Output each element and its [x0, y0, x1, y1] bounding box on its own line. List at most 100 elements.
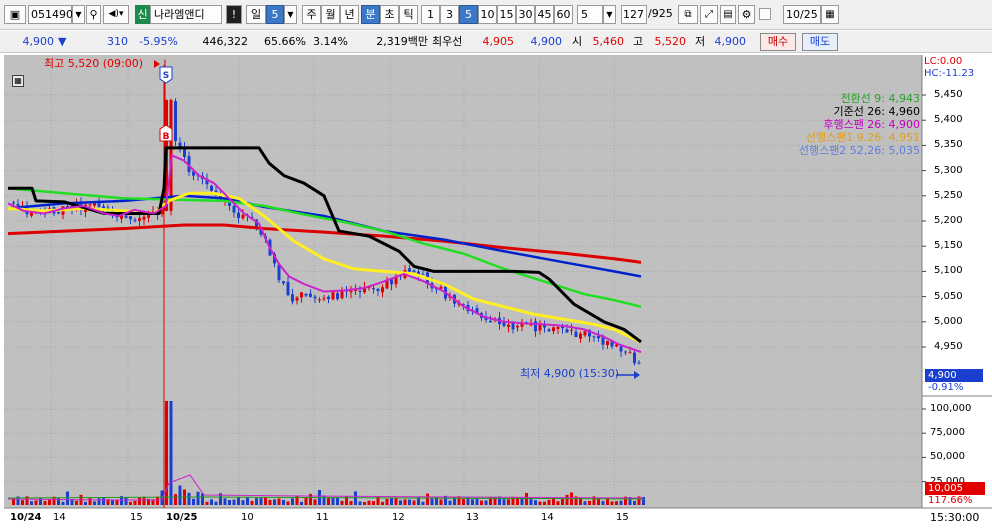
- time-tick-label: 12: [392, 512, 405, 523]
- candle-body: [138, 218, 141, 221]
- volume-bar: [363, 501, 366, 505]
- candle-body: [615, 344, 618, 347]
- stock-name-field[interactable]: 나라엠앤디: [150, 5, 222, 24]
- price-tick-label: 4,950: [934, 341, 963, 352]
- candle-body: [592, 336, 596, 338]
- date-checkbox[interactable]: [759, 8, 771, 20]
- time-readout: 15:30:00: [930, 511, 980, 524]
- interval-10-button[interactable]: 10: [478, 5, 497, 24]
- date-field[interactable]: 10/25: [783, 5, 821, 24]
- volume-bar: [322, 495, 326, 505]
- volume-bar: [286, 501, 290, 505]
- second-button[interactable]: 초: [380, 5, 399, 24]
- volume-bar: [93, 501, 96, 505]
- volume-bar: [502, 499, 506, 505]
- volume-bar: [484, 500, 488, 505]
- volume-bar: [534, 500, 537, 505]
- position-field[interactable]: 127: [621, 5, 647, 24]
- candle-body: [574, 331, 578, 337]
- period-day-button[interactable]: 일: [246, 5, 266, 24]
- volume-bar: [75, 500, 78, 505]
- interval-3-button[interactable]: 3: [440, 5, 459, 24]
- crosshair-icon[interactable]: ⤢: [700, 5, 718, 24]
- save-icon[interactable]: ▤: [720, 5, 736, 24]
- volume-bar: [583, 501, 587, 505]
- alert-button[interactable]: !: [226, 5, 242, 24]
- week-button[interactable]: 주: [302, 5, 321, 24]
- period-value-field[interactable]: 5: [266, 5, 284, 24]
- legend-leading-span-2: 선행스팬2 52,26: 5,035: [798, 144, 920, 157]
- quote-bar: 4,900 ▼ 310 -5.95% 446,322 65.66% 3.14% …: [0, 31, 992, 53]
- interval-15-button[interactable]: 15: [497, 5, 516, 24]
- time-tick-label: 10/25: [166, 512, 198, 523]
- count-field[interactable]: 5: [577, 5, 603, 24]
- minute-button[interactable]: 분: [361, 5, 380, 24]
- panel-toggle-icon[interactable]: ▦: [12, 75, 24, 87]
- volume-bar: [174, 494, 177, 505]
- volume-bar: [12, 499, 15, 505]
- sell-marker-label: S: [163, 71, 169, 81]
- chart-panel[interactable]: S B ▦ 최고 5,520 (09:00) 최저 4,900 (15:30) L…: [4, 55, 992, 530]
- interval-60-button[interactable]: 60: [554, 5, 573, 24]
- speaker-icon[interactable]: ◀)▾: [103, 5, 129, 24]
- legend-base-line: 기준선 26: 4,960: [833, 105, 920, 118]
- volume-bar: [255, 498, 258, 505]
- period-dropdown-icon[interactable]: ▼: [284, 5, 297, 24]
- volume-bar: [246, 497, 249, 505]
- candle-settings-icon[interactable]: ⧉: [678, 5, 698, 24]
- sell-button[interactable]: 매도: [802, 33, 838, 51]
- best-quote-label: 최우선: [432, 35, 463, 48]
- buy-button[interactable]: 매수: [760, 33, 796, 51]
- tick-button[interactable]: 틱: [399, 5, 418, 24]
- volume-bar: [241, 500, 245, 505]
- candle-body: [322, 298, 326, 300]
- volume-bar: [196, 491, 200, 505]
- candle-body: [93, 203, 96, 206]
- volume-bar: [543, 501, 546, 505]
- hc-readout: HC:-11.23: [924, 68, 975, 79]
- volume-bar: [507, 499, 510, 505]
- calendar-icon[interactable]: ▦: [821, 5, 839, 24]
- interval-45-button[interactable]: 45: [535, 5, 554, 24]
- year-button[interactable]: 년: [340, 5, 359, 24]
- volume-bar: [102, 497, 105, 505]
- code-dropdown-icon[interactable]: ▼: [72, 5, 85, 24]
- volume-bar: [223, 498, 227, 505]
- volume-bar: [448, 500, 452, 505]
- legend-item: 기준선 26: 4,960: [799, 105, 920, 118]
- interval-30-button[interactable]: 30: [516, 5, 535, 24]
- volume-bar: [601, 501, 605, 505]
- volume-bar: [381, 501, 384, 505]
- time-tick-label: 15: [130, 512, 143, 523]
- toolbar: ▣ 051490 ▼ ⚲ ◀)▾ 신 나라엠앤디 ! 일 5 ▼ 주 월 년 분…: [0, 0, 992, 30]
- search-icon[interactable]: ⚲: [86, 5, 101, 24]
- volume-bar: [399, 500, 402, 505]
- volume-ratio: 65.66%: [264, 35, 306, 48]
- candle-body: [210, 185, 213, 191]
- volume-bar: [115, 499, 119, 505]
- chart-menu-icon[interactable]: ▣: [4, 5, 26, 24]
- volume-bar: [538, 501, 542, 505]
- volume-bar: [421, 501, 425, 505]
- stock-code-input[interactable]: 051490: [28, 5, 73, 24]
- interval-1-button[interactable]: 1: [421, 5, 440, 24]
- candle-body: [358, 290, 362, 293]
- volume-bar: [633, 500, 636, 505]
- low-price: 4,900: [714, 35, 747, 48]
- price-tag-value: 4,900: [928, 370, 957, 381]
- month-button[interactable]: 월: [321, 5, 340, 24]
- candle-body: [556, 326, 560, 329]
- candle-body: [286, 281, 290, 296]
- legend-leading-span-1: 선행스팬1 9,26: 4,951: [805, 131, 920, 144]
- candle-body: [633, 352, 636, 364]
- price-tick-label: 5,200: [934, 215, 963, 226]
- high-label: 고: [633, 35, 644, 48]
- volume-tick-label: 50,000: [930, 451, 965, 463]
- gear-icon[interactable]: ⚙: [738, 5, 755, 24]
- volume-bar: [291, 498, 294, 505]
- candle-body: [327, 296, 330, 300]
- interval-5-button[interactable]: 5: [459, 5, 478, 24]
- count-dropdown-icon[interactable]: ▼: [603, 5, 616, 24]
- price-tick-label: 5,300: [934, 164, 963, 176]
- candle-body: [336, 293, 339, 300]
